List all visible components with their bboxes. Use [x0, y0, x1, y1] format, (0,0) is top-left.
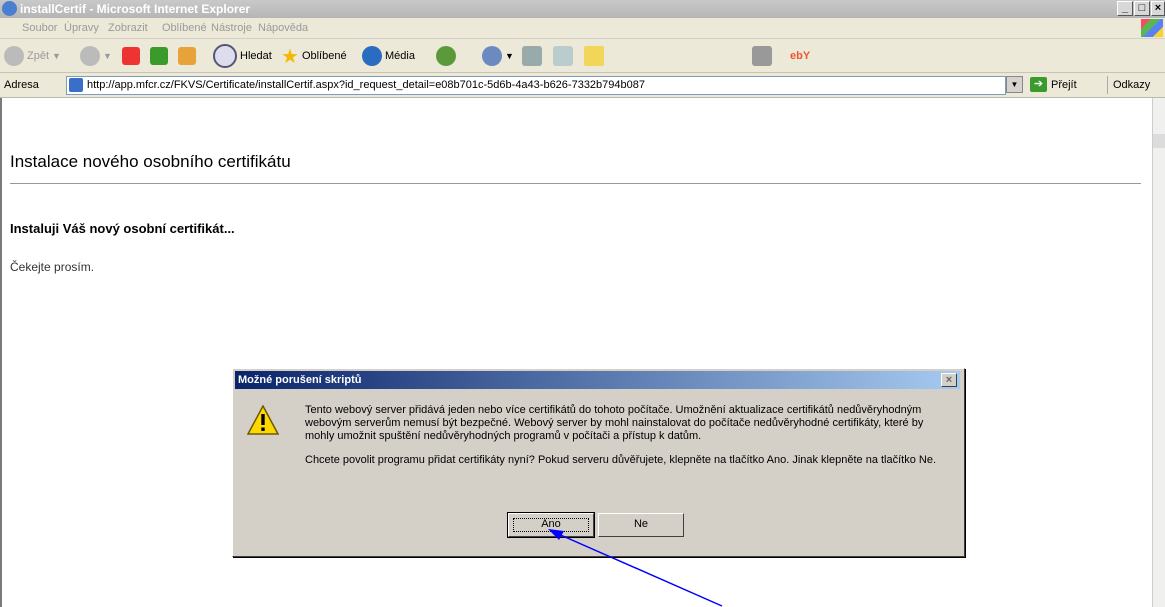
page-subheading: Instaluji Váš nový osobní certifikát...	[10, 221, 235, 236]
forward-arrow-icon	[80, 46, 100, 66]
edit-icon	[553, 46, 573, 66]
dialog-title: Možné porušení skriptů	[238, 374, 362, 386]
scroll-up-button[interactable]	[1153, 134, 1165, 148]
history-button[interactable]	[436, 45, 456, 67]
back-dropdown-icon: ▼	[52, 51, 61, 61]
media-icon	[362, 46, 382, 66]
favorites-label: Oblíbené	[301, 50, 347, 62]
menu-nastroje[interactable]: Nástroje	[211, 22, 252, 34]
home-icon	[178, 47, 196, 65]
go-arrow-icon: ➔	[1030, 77, 1047, 92]
script-warning-dialog: Možné porušení skriptů × Tento webový se…	[232, 368, 965, 557]
address-dropdown-button[interactable]: ▼	[1006, 76, 1023, 93]
media-label: Média	[385, 50, 415, 62]
mail-icon	[482, 46, 502, 66]
address-url: http://app.mfcr.cz/FKVS/Certificate/inst…	[87, 79, 645, 91]
back-button[interactable]: Zpět ▼	[4, 45, 61, 67]
no-label: Ne	[633, 518, 649, 530]
home-button[interactable]	[178, 45, 196, 67]
mail-dropdown-icon: ▼	[505, 51, 514, 61]
search-button[interactable]: Hledat	[213, 44, 272, 68]
research-button[interactable]	[752, 45, 772, 67]
menu-napoveda[interactable]: Nápověda	[258, 22, 308, 34]
ebay-label: ebY	[790, 50, 811, 62]
links-button[interactable]: Odkazy	[1107, 76, 1150, 94]
print-button[interactable]	[522, 45, 542, 67]
warning-icon	[247, 405, 279, 435]
star-icon: ★	[281, 45, 299, 68]
maximize-button[interactable]: □	[1134, 1, 1150, 16]
window-titlebar: installCertif - Microsoft Internet Explo…	[0, 0, 1165, 18]
dialog-message-1: Tento webový server přidává jeden nebo v…	[305, 404, 924, 442]
page-title: Instalace nového osobního certifikátu	[10, 152, 291, 171]
stop-button[interactable]	[122, 45, 140, 67]
stop-icon	[122, 47, 140, 65]
page-icon	[69, 78, 83, 92]
go-button[interactable]: ➔ Přejít	[1030, 77, 1077, 92]
note-icon	[584, 46, 604, 66]
favorites-button[interactable]: ★ Oblíbené	[281, 45, 347, 68]
window-title: installCertif - Microsoft Internet Explo…	[20, 2, 251, 16]
windows-logo-icon	[1141, 19, 1163, 37]
close-window-button[interactable]: ×	[1151, 1, 1165, 16]
menu-bar: Soubor Úpravy Zobrazit Oblíbené Nástroje…	[0, 18, 1165, 39]
forward-dropdown-icon: ▼	[103, 51, 112, 61]
forward-button[interactable]: ▼	[80, 45, 112, 67]
media-button[interactable]: Média	[362, 45, 415, 67]
mail-button[interactable]: ▼	[482, 45, 514, 67]
search-label: Hledat	[240, 50, 272, 62]
no-button[interactable]: Ne	[598, 513, 684, 537]
refresh-icon	[150, 47, 168, 65]
menu-soubor[interactable]: Soubor	[22, 22, 57, 34]
print-icon	[522, 46, 542, 66]
menu-oblibene[interactable]: Oblíbené	[162, 22, 207, 34]
toolbar: Zpět ▼ ▼ Hledat ★ Oblíbené Média ▼ ebY	[0, 39, 1165, 73]
back-label: Zpět	[27, 50, 50, 62]
search-icon	[213, 44, 237, 68]
refresh-button[interactable]	[150, 45, 168, 67]
menu-upravy[interactable]: Úpravy	[64, 22, 99, 34]
ebay-button[interactable]: ebY	[790, 45, 810, 67]
dialog-message: Tento webový server přidává jeden nebo v…	[305, 404, 955, 478]
edit-button[interactable]	[553, 45, 573, 67]
ie-logo-icon	[2, 1, 17, 16]
research-icon	[752, 46, 772, 66]
vertical-scrollbar[interactable]	[1152, 98, 1165, 607]
dialog-message-2: Chcete povolit programu přidat certifiká…	[305, 454, 937, 466]
address-input[interactable]: http://app.mfcr.cz/FKVS/Certificate/inst…	[66, 76, 1006, 95]
status-text: Čekejte prosím.	[10, 260, 95, 274]
address-bar: Adresa http://app.mfcr.cz/FKVS/Certifica…	[0, 73, 1165, 98]
back-arrow-icon	[4, 46, 24, 66]
divider	[10, 183, 1141, 184]
messenger-button[interactable]	[584, 45, 604, 67]
history-icon	[436, 46, 456, 66]
dialog-titlebar: Možné porušení skriptů ×	[235, 371, 960, 389]
minimize-button[interactable]: _	[1117, 1, 1133, 16]
dialog-close-button[interactable]: ×	[941, 373, 957, 387]
go-label: Přejít	[1051, 78, 1077, 91]
menu-zobrazit[interactable]: Zobrazit	[108, 22, 148, 34]
address-label: Adresa	[4, 79, 39, 91]
yes-button[interactable]: Ano	[507, 512, 595, 538]
focus-ring	[513, 518, 589, 532]
